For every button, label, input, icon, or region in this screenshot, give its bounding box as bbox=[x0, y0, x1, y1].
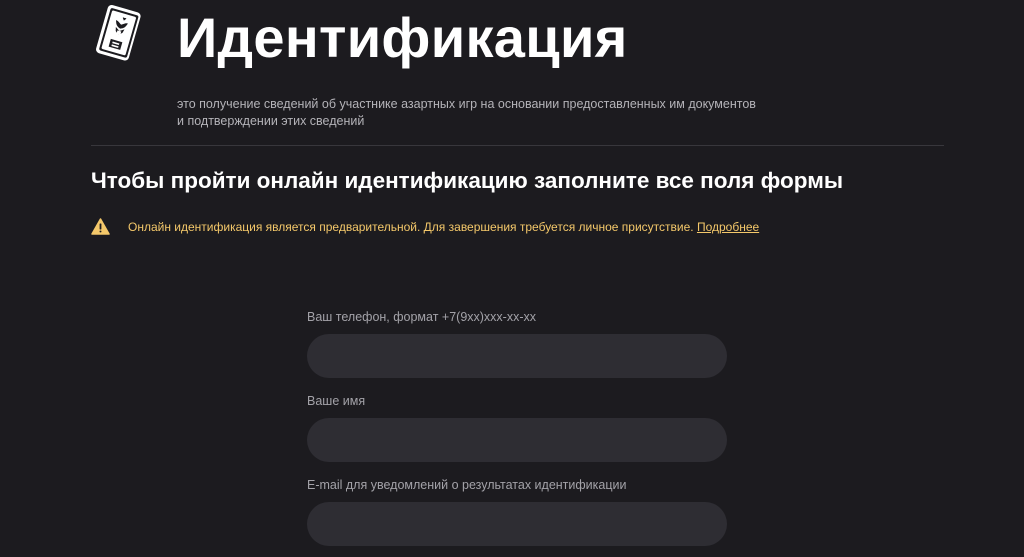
passport-icon bbox=[96, 4, 141, 61]
phone-input[interactable] bbox=[307, 334, 727, 378]
email-label: E-mail для уведомлений о результатах иде… bbox=[307, 478, 627, 492]
more-info-link[interactable]: Подробнее bbox=[697, 220, 759, 234]
name-input[interactable] bbox=[307, 418, 727, 462]
subtitle-line-2: и подтверждении этих сведений bbox=[177, 114, 365, 128]
page-subtitle: это получение сведений об участнике азар… bbox=[177, 96, 837, 130]
page-title: Идентификация bbox=[177, 6, 628, 69]
warning-icon bbox=[91, 218, 110, 235]
warning-notice-text: Онлайн идентификация является предварите… bbox=[128, 220, 697, 234]
email-input[interactable] bbox=[307, 502, 727, 546]
warning-notice: Онлайн идентификация является предварите… bbox=[128, 219, 759, 235]
name-label: Ваше имя bbox=[307, 394, 366, 408]
divider bbox=[91, 145, 944, 146]
section-heading: Чтобы пройти онлайн идентификацию заполн… bbox=[91, 168, 844, 193]
phone-label: Ваш телефон, формат +7(9xx)xxx-xx-xx bbox=[307, 310, 537, 324]
subtitle-line-1: это получение сведений об участнике азар… bbox=[177, 97, 756, 111]
identification-page: Идентификация это получение сведений об … bbox=[0, 0, 1024, 557]
